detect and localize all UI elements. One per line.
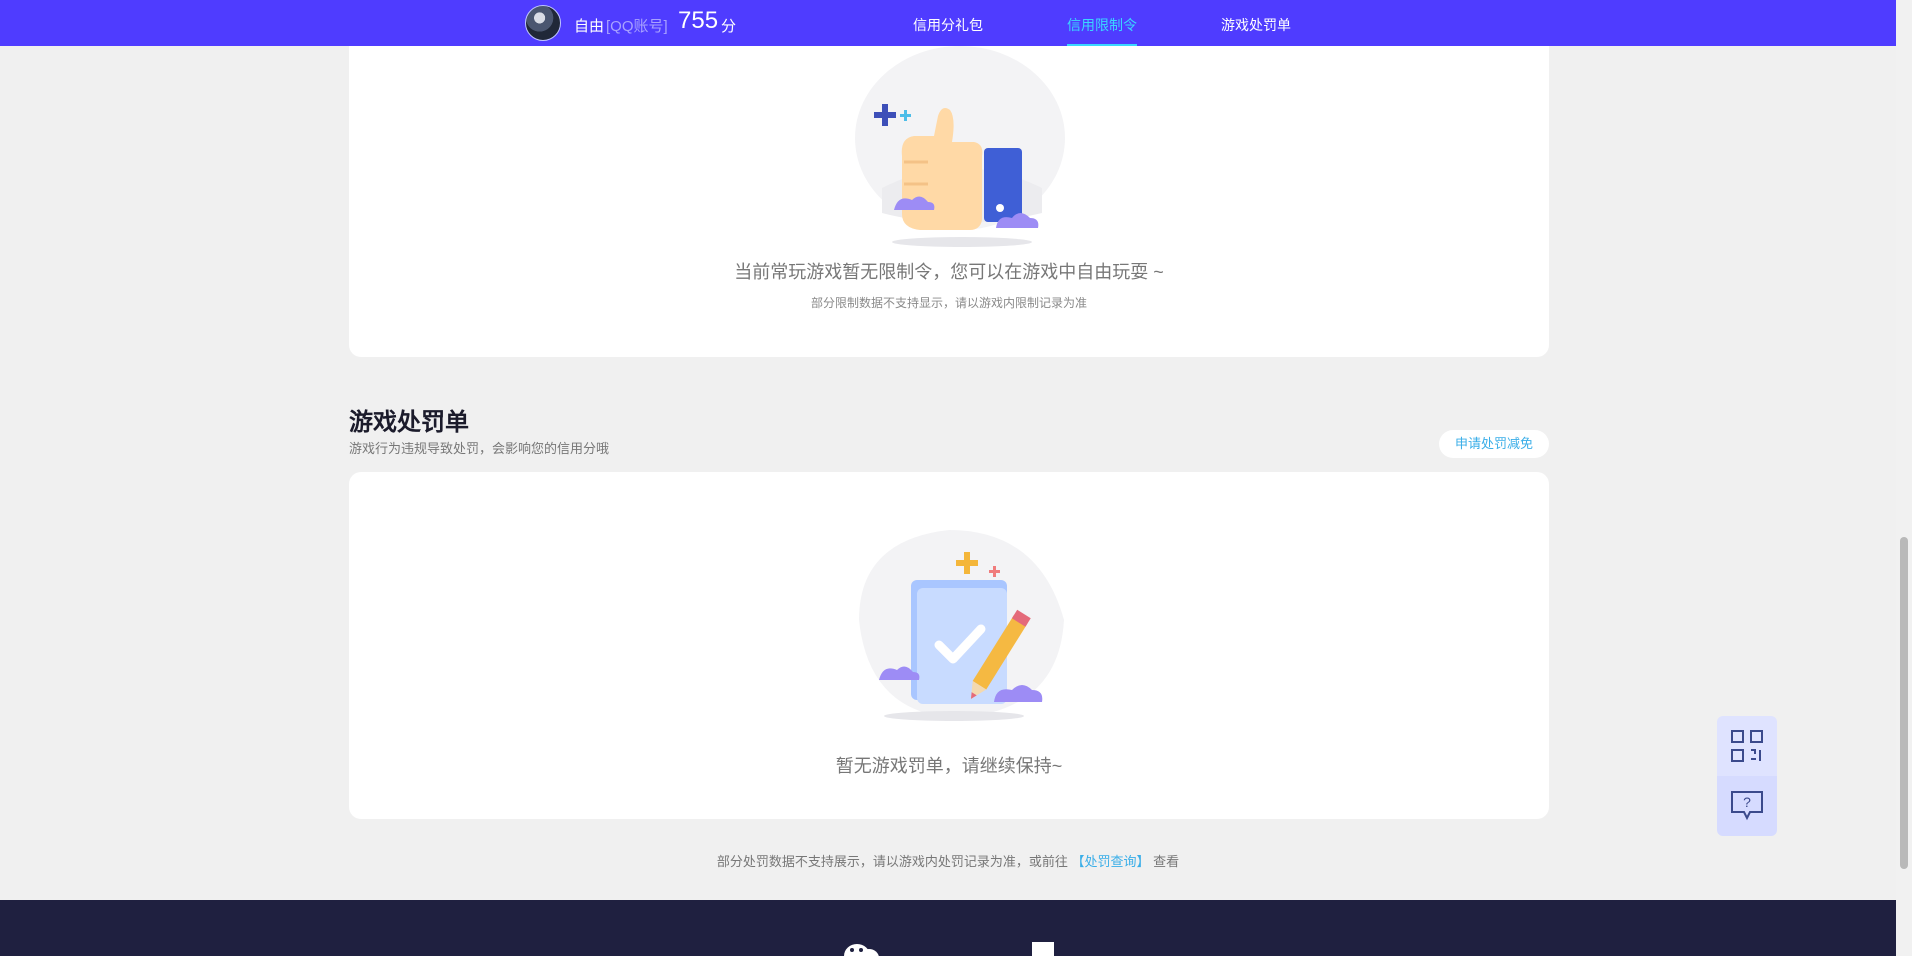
- help-chat-icon: ?: [1731, 791, 1763, 821]
- tab-credit-restriction[interactable]: 信用限制令: [1067, 15, 1137, 35]
- qr-code-icon: [1731, 730, 1763, 762]
- restriction-card: 当前常玩游戏暂无限制令，您可以在游戏中自由玩耍 ~ 部分限制数据不支持显示，请以…: [349, 20, 1549, 357]
- tab-game-penalty[interactable]: 游戏处罚单: [1221, 15, 1291, 35]
- credit-score-unit: 分: [721, 18, 737, 35]
- document-pencil-illustration: [859, 530, 1064, 721]
- avatar[interactable]: [525, 5, 561, 41]
- active-tab-indicator: [1067, 44, 1137, 46]
- footer-note-suffix: 查看: [1153, 854, 1180, 869]
- penalty-section-title: 游戏处罚单: [349, 409, 469, 436]
- thumbs-up-illustration: [855, 46, 1065, 247]
- footer-note-text: 部分处罚数据不支持展示，请以游戏内处罚记录为准，或前往: [716, 854, 1068, 869]
- page-scrollbar-thumb[interactable]: [1900, 537, 1908, 869]
- qr-code-button[interactable]: [1717, 716, 1777, 776]
- penalty-card: 暂无游戏罚单，请继续保持~: [349, 472, 1549, 819]
- restriction-note: 部分限制数据不支持显示，请以游戏内限制记录为准: [810, 296, 1087, 310]
- user-name: 自由: [574, 18, 605, 35]
- restriction-empty-text: 当前常玩游戏暂无限制令，您可以在游戏中自由玩耍 ~: [734, 262, 1164, 282]
- top-navbar: 自由 [QQ账号] 755 分 信用分礼包 信用限制令 游戏处罚单: [0, 0, 1896, 46]
- penalty-query-link[interactable]: 【处罚查询】: [1071, 854, 1149, 869]
- tab-credit-gift[interactable]: 信用分礼包: [913, 15, 983, 35]
- wechat-icon[interactable]: [843, 940, 879, 956]
- penalty-footer-note: 部分处罚数据不支持展示，请以游戏内处罚记录为准，或前往 【处罚查询】 查看: [0, 851, 1896, 870]
- penalty-empty-text: 暂无游戏罚单，请继续保持~: [835, 756, 1063, 776]
- app-icon[interactable]: [1032, 942, 1054, 956]
- svg-text:?: ?: [1743, 794, 1751, 810]
- penalty-section-description: 游戏行为违规导致处罚，会影响您的信用分哦: [349, 441, 610, 456]
- apply-penalty-reduction-button[interactable]: 申请处罚减免: [1439, 430, 1549, 458]
- account-type: [QQ账号]: [606, 18, 668, 35]
- help-button[interactable]: ?: [1717, 776, 1777, 836]
- site-footer: [0, 900, 1896, 956]
- credit-score: 755: [678, 7, 719, 34]
